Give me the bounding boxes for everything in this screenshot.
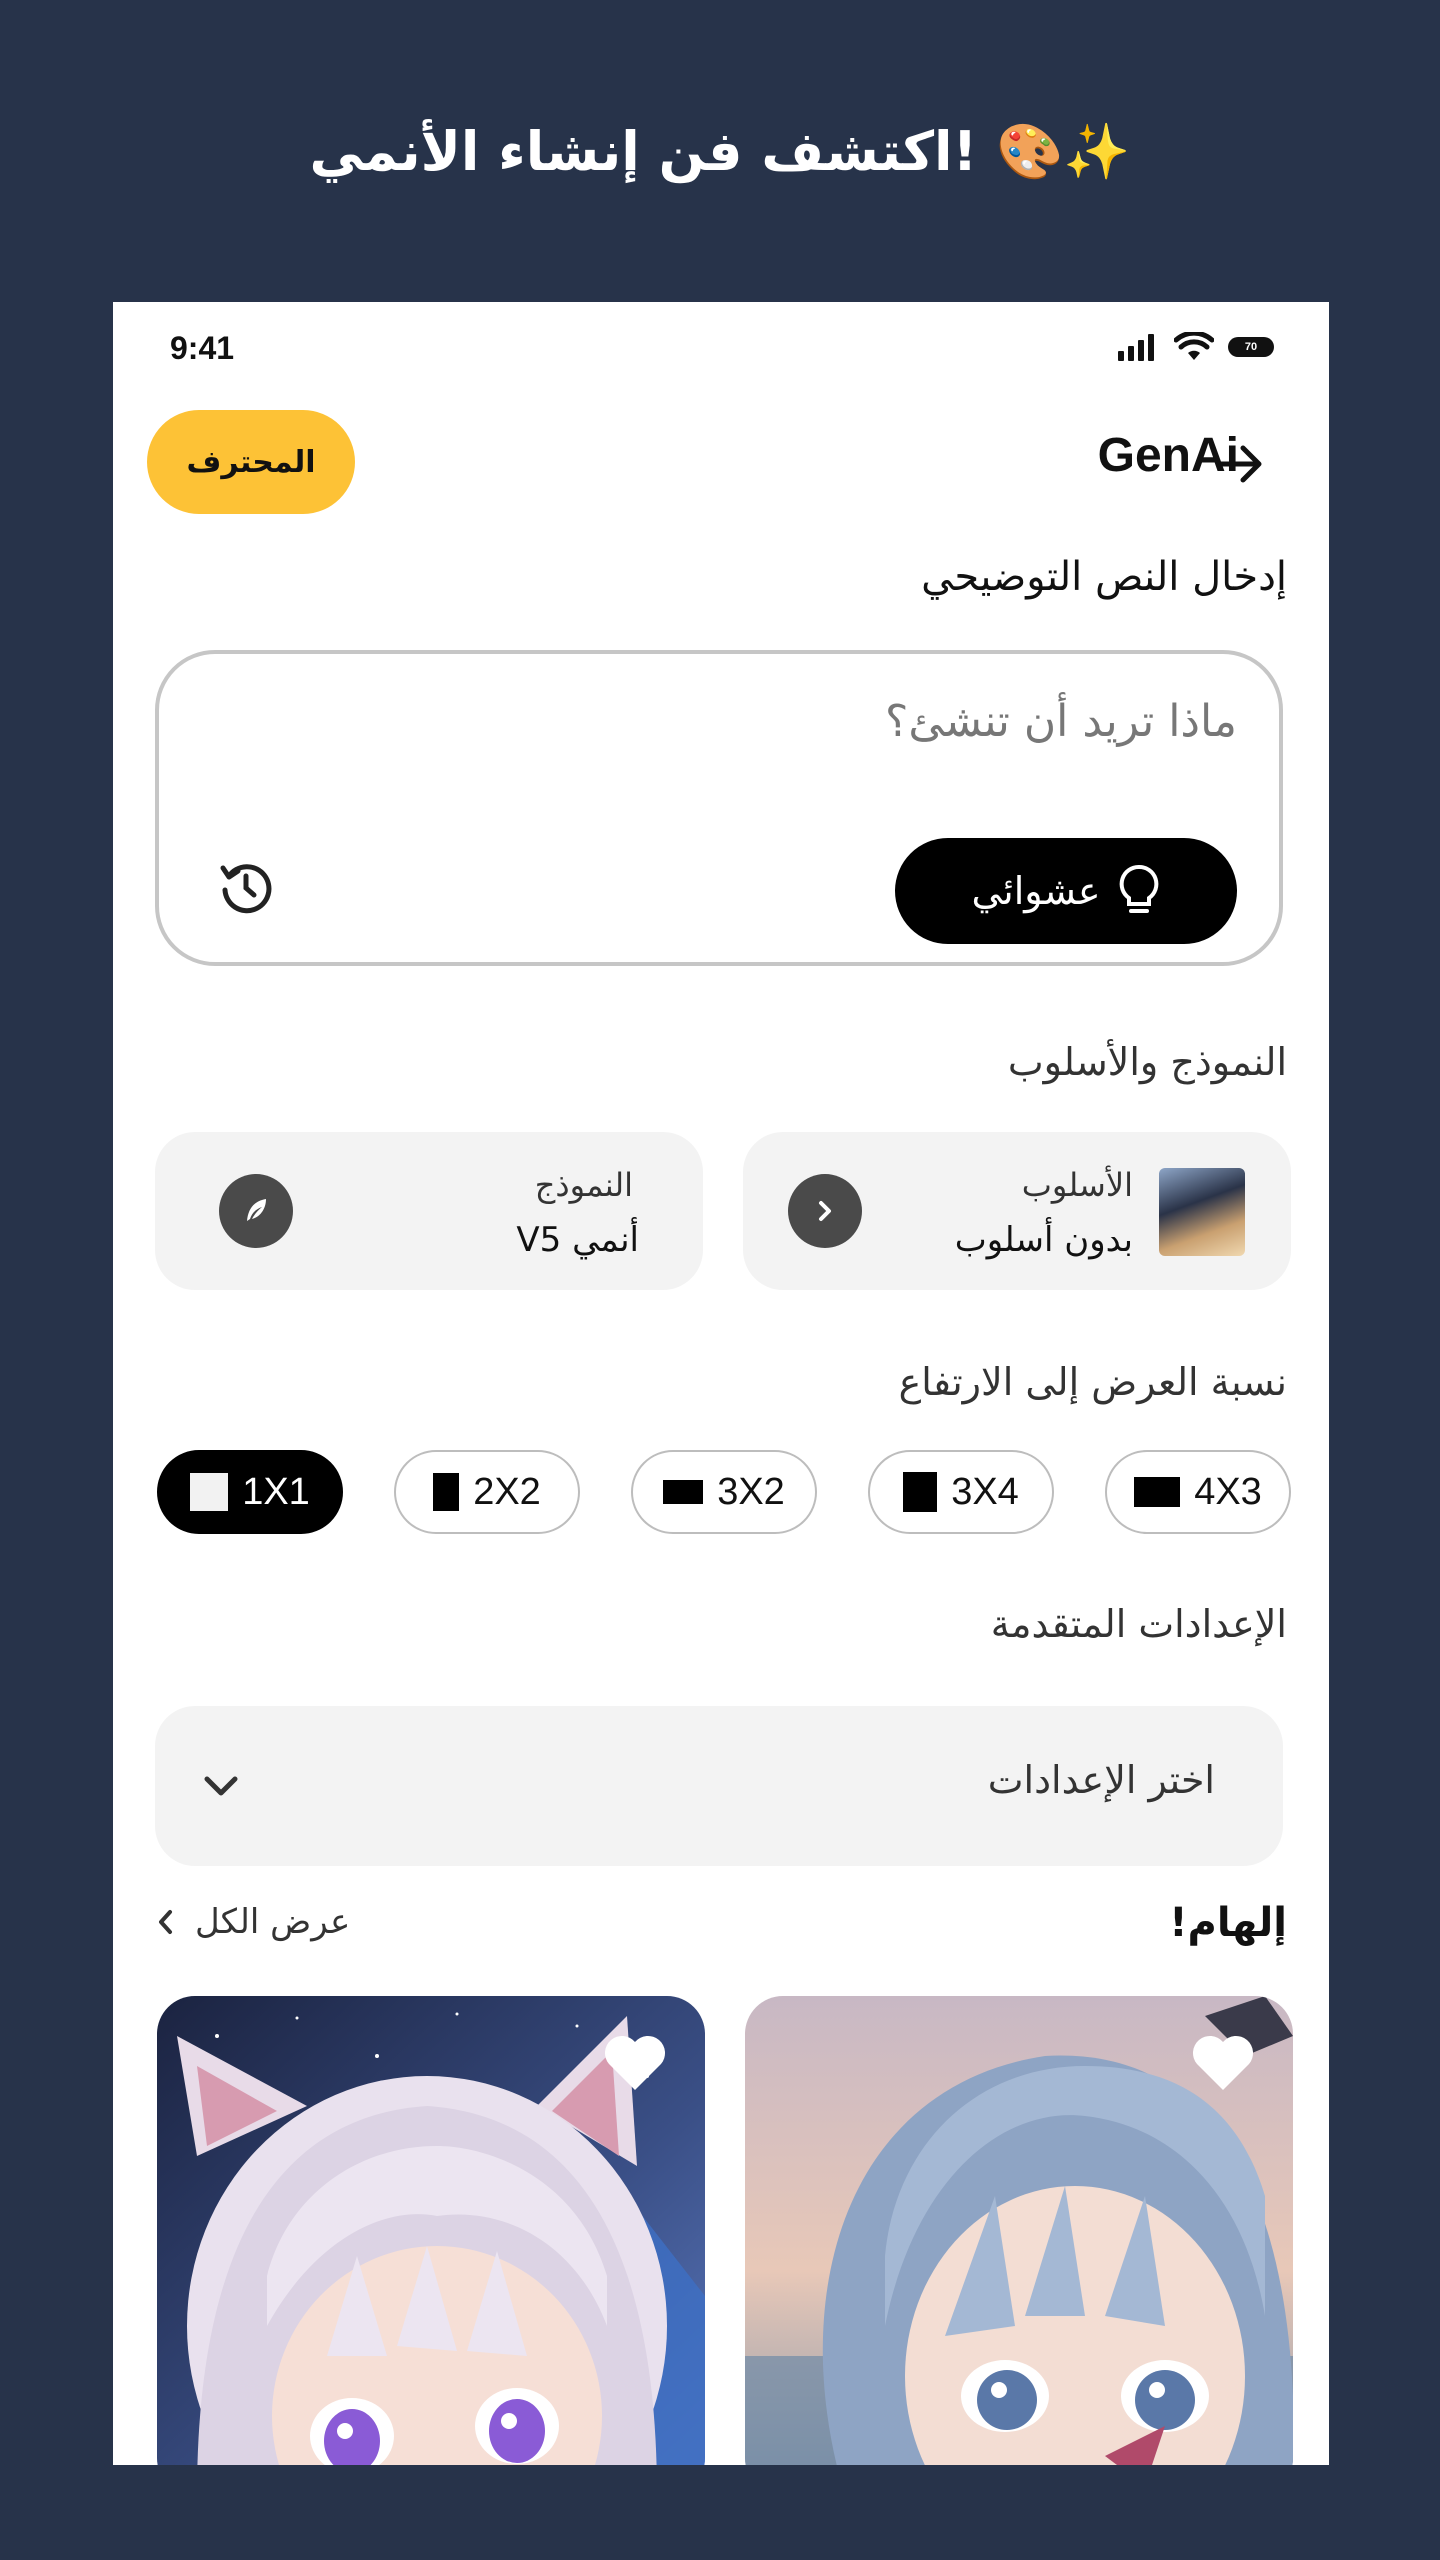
phone-screen: 9:41 70 المحترف GenAi إدخال النص التوضيح… [113, 302, 1329, 2465]
wifi-icon [1174, 332, 1214, 360]
status-time: 9:41 [170, 330, 235, 366]
style-card[interactable]: الأسلوب بدون أسلوب [743, 1132, 1291, 1290]
chevron-left-icon [159, 1910, 172, 1934]
advanced-settings-select[interactable]: اختر الإعدادات [155, 1706, 1283, 1866]
chevron-down-icon [204, 1776, 238, 1796]
inspiration-card[interactable] [157, 1996, 705, 2465]
inspire-title: إلهام! [1169, 1900, 1287, 1946]
prompt-input[interactable]: ماذا تريد أن تنشئ؟ عشوائي [155, 650, 1283, 966]
portrait-icon [903, 1472, 938, 1512]
ratio-label: 2X2 [473, 1470, 541, 1513]
random-label: عشوائي [971, 869, 1101, 913]
ratio-option-4x3[interactable]: 4X3 [1105, 1450, 1291, 1534]
ratio-label: 3X4 [951, 1470, 1019, 1513]
style-value: بدون أسلوب [954, 1220, 1133, 1260]
ratio-option-3x4[interactable]: 3X4 [868, 1450, 1054, 1534]
style-thumbnail [1159, 1168, 1245, 1256]
heart-icon[interactable] [1191, 2034, 1255, 2092]
inspiration-card[interactable] [745, 1996, 1293, 2465]
arrow-right-icon[interactable] [1213, 436, 1269, 492]
portrait-icon [433, 1473, 460, 1511]
ratio-label: 3X2 [717, 1470, 785, 1513]
ratio-option-3x2[interactable]: 3X2 [631, 1450, 817, 1534]
select-placeholder: اختر الإعدادات [987, 1758, 1215, 1802]
advanced-label: الإعدادات المتقدمة [990, 1602, 1287, 1646]
view-all-label: عرض الكل [195, 1902, 351, 1942]
status-icons: 70 [1116, 332, 1274, 362]
model-title: النموذج [534, 1166, 633, 1204]
model-card[interactable]: النموذج أنمي V5 [155, 1132, 703, 1290]
style-chevron-button[interactable] [788, 1174, 862, 1248]
aspect-label: نسبة العرض إلى الارتفاع [898, 1360, 1287, 1404]
ratio-label: 1X1 [242, 1470, 310, 1513]
lightbulb-icon [1119, 864, 1158, 913]
random-button[interactable]: عشوائي [895, 838, 1237, 944]
landscape-icon [663, 1480, 704, 1504]
ratio-label: 4X3 [1194, 1470, 1262, 1513]
battery-icon: 70 [1228, 337, 1274, 357]
model-value: أنمي V5 [516, 1220, 639, 1260]
ratio-option-2x2[interactable]: 2X2 [394, 1450, 580, 1534]
style-title: الأسلوب [1021, 1166, 1133, 1204]
prompt-label: إدخال النص التوضيحي [921, 554, 1287, 600]
chevron-right-icon [819, 1201, 831, 1221]
view-all-link[interactable]: عرض الكل [155, 1902, 350, 1942]
signal-icon [1118, 334, 1154, 361]
heart-icon[interactable] [603, 2034, 667, 2092]
status-bar: 9:41 70 [113, 302, 1329, 402]
square-icon [190, 1473, 229, 1511]
pro-button[interactable]: المحترف [147, 410, 355, 514]
feather-icon [247, 1199, 266, 1221]
model-style-label: النموذج والأسلوب [1007, 1040, 1287, 1084]
history-icon[interactable] [217, 858, 275, 916]
page-headline: اكتشف فن إنشاء الأنمي! 🎨✨ [309, 120, 1131, 183]
ratio-option-1x1[interactable]: 1X1 [157, 1450, 343, 1534]
landscape-icon [1134, 1477, 1181, 1507]
model-edit-button[interactable] [219, 1174, 293, 1248]
prompt-placeholder: ماذا تريد أن تنشئ؟ [885, 696, 1237, 747]
